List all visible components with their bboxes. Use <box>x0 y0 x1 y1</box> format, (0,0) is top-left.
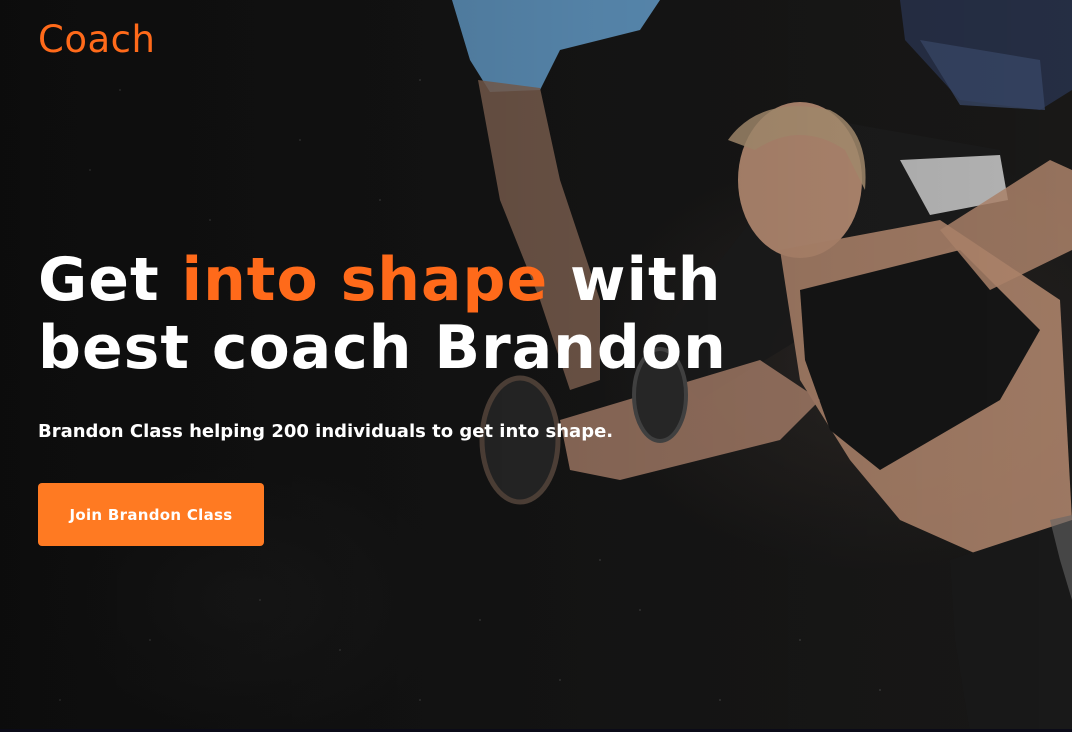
headline-accent: into shape <box>181 245 549 315</box>
headline-part1: Get <box>38 245 182 315</box>
hero-headline: Get into shape with best coach Brandon <box>38 246 838 382</box>
join-class-button[interactable]: Join Brandon Class <box>38 483 264 546</box>
hero-subtext: Brandon Class helping 200 individuals to… <box>38 421 614 442</box>
brand-logo[interactable]: Coach <box>38 16 155 64</box>
